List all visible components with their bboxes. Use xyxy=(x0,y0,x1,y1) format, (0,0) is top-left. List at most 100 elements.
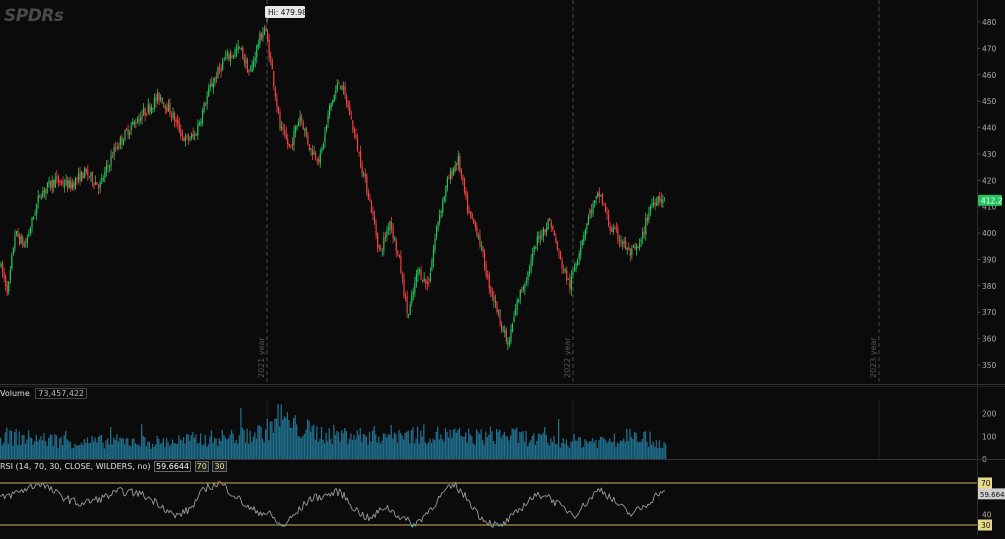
volume-bar xyxy=(136,445,137,459)
volume-bar xyxy=(91,436,92,459)
volume-bar xyxy=(527,446,528,459)
chart-stage[interactable]: 2021 year2022 year2023 year Hi: 479.98 4… xyxy=(0,0,1005,535)
volume-bar xyxy=(290,428,291,459)
volume-bar xyxy=(8,444,9,459)
volume-bar xyxy=(645,431,646,459)
candle-body xyxy=(67,180,68,189)
volume-bar xyxy=(186,434,187,459)
volume-bar xyxy=(141,424,142,459)
volume-bar xyxy=(160,444,161,459)
volume-bar xyxy=(642,439,643,459)
candle-body xyxy=(186,136,187,137)
volume-bar xyxy=(417,426,418,459)
candle-body xyxy=(462,175,463,180)
volume-bar xyxy=(425,442,426,459)
candle-body xyxy=(507,344,508,345)
volume-bar xyxy=(352,440,353,459)
volume-bar xyxy=(493,441,494,459)
candle-body xyxy=(416,274,417,282)
volume-bar xyxy=(118,441,119,459)
volume-bar xyxy=(437,427,438,459)
candle-body xyxy=(90,173,91,176)
volume-bar xyxy=(74,444,75,459)
volume-bar xyxy=(355,440,356,459)
volume-bar xyxy=(29,437,30,459)
rsi-os-value: 30 xyxy=(212,461,226,472)
candle-body xyxy=(59,181,60,183)
candle-body xyxy=(56,177,57,178)
candle-body xyxy=(149,106,150,112)
candle-body xyxy=(610,226,611,230)
rsi-study-label: RSI (14, 70, 30, CLOSE, WILDERS, no) 59.… xyxy=(0,462,227,471)
volume-bar xyxy=(48,438,49,459)
volume-bar xyxy=(253,437,254,459)
volume-bar xyxy=(533,433,534,459)
volume-bar xyxy=(386,438,387,459)
volume-bar xyxy=(536,441,537,459)
candle-body xyxy=(275,88,276,96)
candle-body xyxy=(430,273,431,282)
volume-bar xyxy=(626,429,627,459)
volume-bar xyxy=(558,419,559,459)
candle-body xyxy=(143,109,144,115)
candle-body xyxy=(631,248,632,255)
candle-body xyxy=(104,171,105,178)
volume-bar xyxy=(163,438,164,459)
volume-bar xyxy=(388,434,389,459)
chart-canvas[interactable]: 2021 year2022 year2023 year Hi: 479.98 4… xyxy=(0,0,1005,535)
candle-body xyxy=(289,144,290,146)
volume-bar xyxy=(395,434,396,459)
candle-body xyxy=(487,275,488,276)
candle-body xyxy=(211,83,212,87)
volume-bar xyxy=(412,427,413,459)
candle-body xyxy=(8,282,9,292)
candle-body xyxy=(653,202,654,206)
candle-body xyxy=(419,270,420,271)
candle-body xyxy=(138,119,139,122)
candle-body xyxy=(222,62,223,70)
candle-body xyxy=(371,201,372,212)
volume-bar xyxy=(242,428,243,459)
candle-body xyxy=(109,167,110,168)
candle-body xyxy=(461,170,462,175)
candle-body xyxy=(41,198,42,199)
volume-bar xyxy=(653,442,654,459)
candle-body xyxy=(93,184,94,185)
volume-bar xyxy=(229,435,230,459)
candle-body xyxy=(236,49,237,50)
candle-body xyxy=(250,70,251,71)
candle-body xyxy=(521,290,522,291)
volume-bar xyxy=(133,438,134,459)
volume-bar xyxy=(285,418,286,459)
volume-bar xyxy=(578,437,579,459)
volume-bar xyxy=(257,426,258,459)
volume-bar xyxy=(357,430,358,459)
volume-bar xyxy=(171,444,172,459)
volume-bar xyxy=(434,440,435,459)
rsi-value-tag-label: 59.6644 xyxy=(980,491,1005,499)
candle-body xyxy=(259,34,260,44)
candle-body xyxy=(306,128,307,136)
volume-bar xyxy=(609,438,610,459)
candle-body xyxy=(296,125,297,128)
candle-body xyxy=(287,139,288,144)
volume-bar xyxy=(223,435,224,459)
candle-body xyxy=(213,84,214,89)
volume-bar xyxy=(507,437,508,459)
volume-bar xyxy=(550,438,551,459)
volume-bar xyxy=(225,437,226,459)
candle-body xyxy=(473,219,474,223)
volume-bar xyxy=(577,441,578,459)
candle-body xyxy=(44,190,45,193)
volume-bar xyxy=(115,440,116,459)
candle-body xyxy=(451,171,452,177)
candle-body xyxy=(152,108,153,109)
candle-body xyxy=(324,132,325,143)
candle-body xyxy=(253,61,254,66)
year-marker-label: 2021 year xyxy=(257,337,266,378)
rsi-segment xyxy=(381,510,383,511)
rsi-segment xyxy=(423,515,425,516)
candle-body xyxy=(197,125,198,136)
candle-body xyxy=(574,268,575,271)
volume-bar xyxy=(660,448,661,459)
